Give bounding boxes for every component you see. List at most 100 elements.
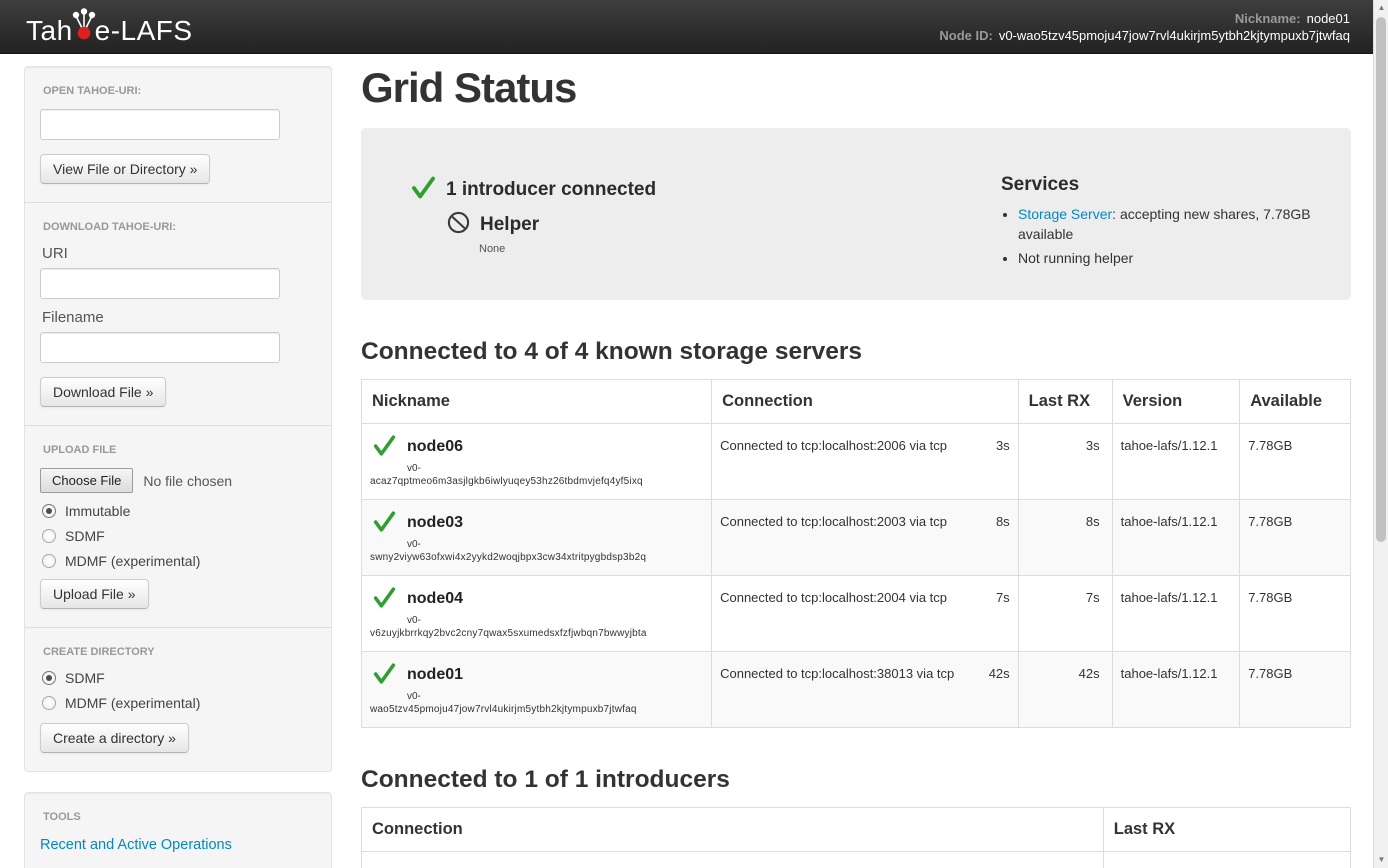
section-divider: [25, 627, 331, 628]
brand-text-post: e-LAFS: [95, 15, 193, 47]
radio-label: MDMF (experimental): [65, 553, 200, 569]
available-value: 7.78GB: [1248, 509, 1342, 529]
scrollbar-thumb[interactable]: [1376, 17, 1386, 542]
node-nickname: node03: [407, 514, 463, 532]
col-last-rx: Last RX: [1018, 379, 1112, 423]
node-id-hash: swny2viyw63ofxwi4x2yykd2woqjbpx3cw34xtri…: [370, 552, 703, 563]
node-id-hash: v6zuyjkbrrkqy2bvc2cny7qwax5sxumedsxfzfjw…: [370, 628, 703, 639]
radio-option-dir-mdmf[interactable]: MDMF (experimental): [42, 695, 316, 711]
download-file-button[interactable]: Download File »: [40, 377, 166, 407]
last-rx-value: 4s: [1103, 851, 1350, 868]
col-nickname: Nickname: [362, 379, 712, 423]
version-value: tahoe-lafs/1.12.1: [1121, 433, 1232, 453]
col-available: Available: [1240, 379, 1351, 423]
introducer-check-icon: [410, 174, 437, 206]
col-version: Version: [1112, 379, 1240, 423]
scrollbar-up-arrow[interactable]: ▲: [1374, 0, 1388, 16]
services-block: Services Storage Server: accepting new s…: [1001, 174, 1331, 274]
open-uri-input[interactable]: [40, 109, 280, 140]
radio-label: Immutable: [65, 503, 130, 519]
storage-server-link[interactable]: Storage Server: [1018, 206, 1112, 222]
no-file-chosen-text: No file chosen: [143, 473, 232, 489]
connection-age: 42s: [989, 666, 1010, 681]
col-last-rx: Last RX: [1103, 807, 1350, 851]
helper-status-title: Helper: [480, 214, 539, 236]
radio-icon[interactable]: [42, 529, 56, 543]
last-rx-value: 42s: [1027, 661, 1100, 681]
last-rx-value: 8s: [1027, 509, 1100, 529]
node-identity: Nickname: node01 Node ID: v0-wao5tzv45pm…: [939, 10, 1350, 44]
introducers-heading: Connected to 1 of 1 introducers: [361, 766, 1351, 794]
download-uri-section: DOWNLOAD TAHOE-URI: URI Filename Downloa…: [40, 221, 316, 407]
tools-label: TOOLS: [43, 811, 316, 823]
download-filename-input[interactable]: [40, 332, 280, 363]
node-id-label: Node ID:: [939, 27, 992, 44]
node-id-hash: acaz7qptmeo6m3asjlgkb6iwlyuqey53hz26tbdm…: [370, 476, 703, 487]
browser-scrollbar[interactable]: ▲ ▼: [1373, 0, 1388, 868]
radio-icon[interactable]: [42, 504, 56, 518]
tools-panel: TOOLS Recent and Active Operations: [24, 792, 332, 868]
choose-file-button[interactable]: Choose File: [40, 468, 133, 493]
upload-file-section: UPLOAD FILE Choose File No file chosen I…: [40, 444, 316, 609]
available-value: 7.78GB: [1248, 585, 1342, 605]
download-uri-label: DOWNLOAD TAHOE-URI:: [43, 221, 316, 233]
storage-servers-heading: Connected to 4 of 4 known storage server…: [361, 338, 1351, 366]
last-rx-value: 7s: [1027, 585, 1100, 605]
radio-option-sdmf[interactable]: SDMF: [42, 528, 316, 544]
sidebar: OPEN TAHOE-URI: View File or Directory »…: [24, 66, 332, 868]
node-nickname: node04: [407, 590, 463, 608]
main-content: Grid Status 1 introducer connected Helpe…: [361, 54, 1351, 868]
brand-text-pre: Tah: [26, 15, 73, 47]
helper-disabled-icon: [446, 210, 471, 240]
create-directory-button[interactable]: Create a directory »: [40, 723, 189, 753]
upload-file-button[interactable]: Upload File »: [40, 579, 149, 609]
service-item-helper: Not running helper: [1018, 249, 1331, 269]
available-value: 7.78GB: [1248, 433, 1342, 453]
radio-label: MDMF (experimental): [65, 695, 200, 711]
table-header-row: Connection Last RX: [362, 807, 1351, 851]
upload-file-label: UPLOAD FILE: [43, 444, 316, 456]
col-connection: Connection: [362, 807, 1104, 851]
view-file-button[interactable]: View File or Directory »: [40, 154, 210, 184]
radio-icon[interactable]: [42, 671, 56, 685]
uri-field-label: URI: [42, 245, 316, 262]
radio-icon[interactable]: [42, 696, 56, 710]
connection-age: 3s: [996, 438, 1010, 453]
radio-option-immutable[interactable]: Immutable: [42, 503, 316, 519]
available-value: 7.78GB: [1248, 661, 1342, 681]
section-divider: [25, 425, 331, 426]
recent-operations-link[interactable]: Recent and Active Operations: [40, 837, 232, 853]
radio-icon[interactable]: [42, 554, 56, 568]
radio-label: SDMF: [65, 528, 105, 544]
create-directory-label: CREATE DIRECTORY: [43, 646, 316, 658]
radio-option-mdmf[interactable]: MDMF (experimental): [42, 553, 316, 569]
nickname-label: Nickname:: [1235, 10, 1301, 27]
download-uri-input[interactable]: [40, 268, 280, 299]
node-id-prefix: v0-: [407, 691, 703, 702]
table-header-row: Nickname Connection Last RX Version Avai…: [362, 379, 1351, 423]
create-directory-section: CREATE DIRECTORY SDMF MDMF (experimental…: [40, 646, 316, 753]
connected-check-icon: [372, 661, 397, 689]
node-nickname: node01: [407, 666, 463, 684]
node-id-prefix: v0-: [407, 463, 703, 474]
introducer-status-text: 1 introducer connected: [446, 179, 656, 201]
tahoe-lafs-logo[interactable]: Tah e-LAFS: [26, 7, 193, 47]
connection-text: Connected to tcp:localhost:2003 via tcp: [720, 514, 947, 529]
services-list: Storage Server: accepting new shares, 7.…: [1018, 205, 1331, 269]
node-id-value: v0-wao5tzv45pmoju47jow7rvl4ukirjm5ytbh2k…: [999, 27, 1350, 44]
connection-age: 7s: [996, 590, 1010, 605]
node-id-prefix: v0-: [407, 539, 703, 550]
filename-field-label: Filename: [42, 309, 316, 326]
version-value: tahoe-lafs/1.12.1: [1121, 585, 1232, 605]
introducers-table: Connection Last RX Connected to tcp:loca…: [361, 807, 1351, 868]
connection-text: Connected to tcp:localhost:2004 via tcp: [720, 590, 947, 605]
node-id-prefix: v0-: [407, 615, 703, 626]
scrollbar-down-arrow[interactable]: ▼: [1374, 852, 1388, 868]
radio-option-dir-sdmf[interactable]: SDMF: [42, 670, 316, 686]
node-id-hash: wao5tzv45pmoju47jow7rvl4ukirjm5ytbh2kjty…: [370, 704, 703, 715]
storage-server-row: node06 v0- acaz7qptmeo6m3asjlgkb6iwlyuqe…: [362, 423, 1351, 499]
tahoe-node-icon: [71, 7, 97, 48]
connection-age: 8s: [996, 514, 1010, 529]
introducer-row: Connected to tcp:localhost:39165 via tcp…: [362, 851, 1351, 868]
storage-server-row: node04 v0- v6zuyjkbrrkqy2bvc2cny7qwax5sx…: [362, 575, 1351, 651]
